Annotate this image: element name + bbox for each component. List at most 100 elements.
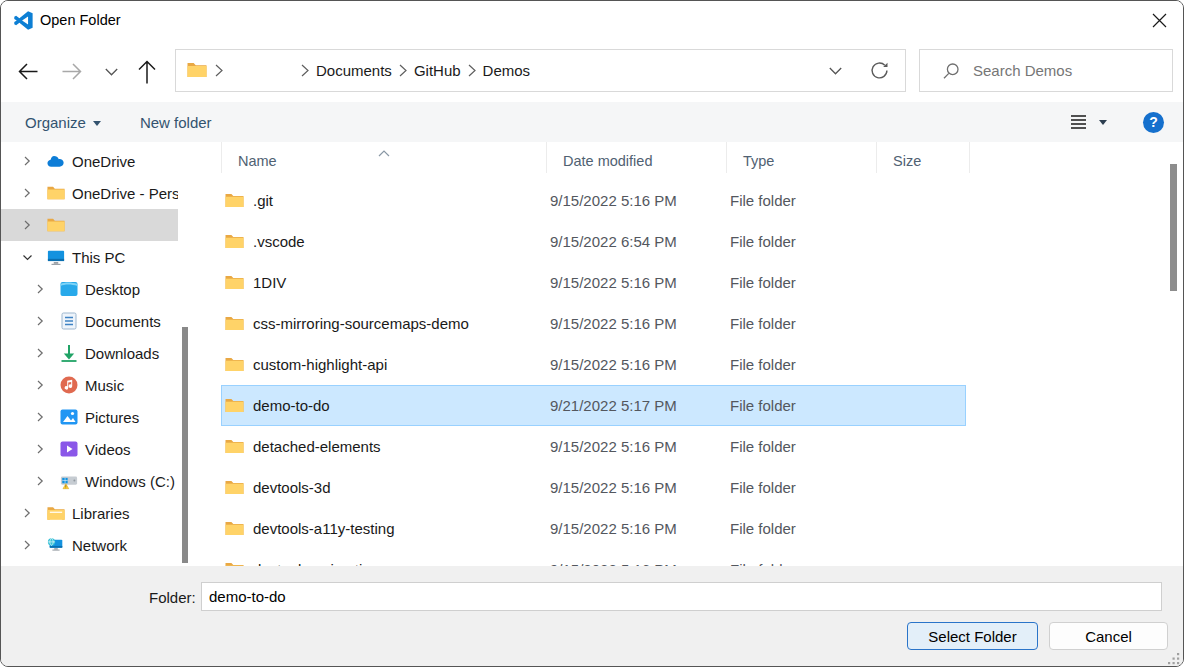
- file-row[interactable]: 1DIV9/15/2022 5:16 PMFile folder: [221, 262, 966, 303]
- folder-icon: [47, 216, 65, 234]
- chevron-right-icon[interactable]: [215, 64, 223, 77]
- chevron-right-icon: [399, 64, 407, 77]
- column-header-date-modified[interactable]: Date modified: [547, 142, 727, 173]
- folder-icon: [225, 275, 244, 291]
- resize-grip[interactable]: [1167, 651, 1180, 664]
- sidebar-item-downloads[interactable]: Downloads: [1, 337, 178, 369]
- sort-ascending-icon: [378, 144, 390, 160]
- chevron-down-icon[interactable]: [21, 251, 33, 263]
- chevron-right-icon[interactable]: [34, 315, 46, 327]
- view-mode-icon[interactable]: [1071, 115, 1086, 129]
- forward-icon[interactable]: [62, 41, 82, 102]
- sidebar-item-this-pc[interactable]: This PC: [1, 241, 178, 273]
- open-folder-dialog: Open Folder DocumentsGitHubDemos Search …: [0, 0, 1184, 667]
- title-bar: Open Folder: [1, 1, 1183, 41]
- file-row[interactable]: detached-elements9/15/2022 5:16 PMFile f…: [221, 426, 966, 467]
- select-folder-button[interactable]: Select Folder: [907, 622, 1038, 650]
- search-box[interactable]: Search Demos: [919, 49, 1173, 92]
- sidebar-item-windows-c-[interactable]: Windows (C:): [1, 465, 178, 497]
- breadcrumb-segment[interactable]: Documents: [294, 62, 392, 79]
- breadcrumb-segment[interactable]: GitHub: [392, 62, 461, 79]
- chevron-right-icon[interactable]: [34, 347, 46, 359]
- sidebar-item-desktop[interactable]: Desktop: [1, 273, 178, 305]
- folder-icon: [225, 357, 244, 373]
- search-placeholder: Search Demos: [973, 62, 1072, 79]
- cancel-button[interactable]: Cancel: [1049, 622, 1168, 650]
- new-folder-button[interactable]: New folder: [140, 114, 212, 131]
- sidebar-item-onedrive[interactable]: OneDrive: [1, 145, 178, 177]
- navigation-bar: DocumentsGitHubDemos Search Demos: [1, 41, 1183, 102]
- sidebar-item-onedrive-persc[interactable]: OneDrive - Persc: [1, 177, 178, 209]
- videos-icon: [60, 440, 78, 458]
- help-icon[interactable]: ?: [1143, 112, 1164, 133]
- folder-icon: [225, 439, 244, 455]
- refresh-icon[interactable]: [870, 61, 889, 80]
- chevron-right-icon[interactable]: [34, 475, 46, 487]
- tree-scrollbar-thumb[interactable]: [182, 327, 188, 563]
- file-row[interactable]: devtools-animations9/15/2022 5:16 PMFile…: [221, 549, 966, 566]
- footer-bar: Folder: demo-to-do Select Folder Cancel: [1, 566, 1183, 667]
- file-list: NameDate modifiedTypeSize .git9/15/2022 …: [197, 142, 1164, 566]
- sidebar-item-documents[interactable]: Documents: [1, 305, 178, 337]
- chevron-right-icon[interactable]: [34, 283, 46, 295]
- folder-icon: [225, 480, 244, 496]
- breadcrumb-segment[interactable]: Demos: [461, 62, 531, 79]
- documents-icon: [60, 312, 78, 330]
- folder-icon: [225, 193, 244, 209]
- windows-drive-icon: [60, 472, 78, 490]
- sidebar-item-folder[interactable]: [1, 209, 178, 241]
- view-mode-caret-icon[interactable]: [1099, 120, 1107, 125]
- close-icon[interactable]: [1152, 13, 1167, 28]
- chevron-right-icon[interactable]: [21, 507, 33, 519]
- column-header-type[interactable]: Type: [727, 142, 877, 173]
- pictures-icon: [60, 408, 78, 426]
- chevron-right-icon[interactable]: [21, 539, 33, 551]
- column-header-name[interactable]: Name: [222, 142, 547, 173]
- folder-icon: [47, 184, 65, 202]
- sidebar-item-videos[interactable]: Videos: [1, 433, 178, 465]
- recent-locations-chevron-icon[interactable]: [104, 41, 118, 102]
- chevron-right-icon[interactable]: [34, 443, 46, 455]
- address-bar[interactable]: DocumentsGitHubDemos: [175, 49, 906, 92]
- address-dropdown-chevron-icon[interactable]: [829, 67, 842, 75]
- vscode-icon: [14, 11, 33, 30]
- music-icon: [60, 376, 78, 394]
- sidebar-item-pictures[interactable]: Pictures: [1, 401, 178, 433]
- sidebar-item-music[interactable]: Music: [1, 369, 178, 401]
- chevron-right-icon[interactable]: [34, 411, 46, 423]
- organize-button[interactable]: Organize: [25, 114, 101, 131]
- file-row[interactable]: demo-to-do9/21/2022 5:17 PMFile folder: [221, 385, 966, 426]
- folder-icon: [225, 234, 244, 250]
- folder-icon: [225, 521, 244, 537]
- list-scrollbar-thumb[interactable]: [1170, 164, 1177, 291]
- onedrive-cloud-icon: [47, 152, 65, 170]
- folder-name-input[interactable]: demo-to-do: [201, 582, 1162, 611]
- folder-icon: [187, 62, 208, 79]
- back-icon[interactable]: [18, 41, 38, 102]
- up-icon[interactable]: [138, 41, 156, 102]
- network-icon: [47, 536, 65, 554]
- chevron-right-icon: [301, 64, 309, 77]
- downloads-icon: [60, 344, 78, 362]
- chevron-right-icon[interactable]: [21, 187, 33, 199]
- file-row[interactable]: css-mirroring-sourcemaps-demo9/15/2022 5…: [221, 303, 966, 344]
- folder-tree: OneDriveOneDrive - PerscThis PCDesktopDo…: [1, 142, 178, 566]
- chevron-right-icon[interactable]: [21, 219, 33, 231]
- chevron-right-icon[interactable]: [21, 155, 33, 167]
- file-row[interactable]: .git9/15/2022 5:16 PMFile folder: [221, 180, 966, 221]
- file-row[interactable]: devtools-3d9/15/2022 5:16 PMFile folder: [221, 467, 966, 508]
- file-row[interactable]: devtools-a11y-testing9/15/2022 5:16 PMFi…: [221, 508, 966, 549]
- sidebar-item-libraries[interactable]: Libraries: [1, 497, 178, 529]
- column-header-size[interactable]: Size: [877, 142, 970, 173]
- file-row[interactable]: .vscode9/15/2022 6:54 PMFile folder: [221, 221, 966, 262]
- search-icon: [943, 63, 959, 79]
- file-row[interactable]: custom-highlight-api9/15/2022 5:16 PMFil…: [221, 344, 966, 385]
- chevron-right-icon[interactable]: [34, 379, 46, 391]
- organize-caret-icon: [93, 121, 101, 126]
- libraries-icon: [47, 504, 65, 522]
- main-area: OneDriveOneDrive - PerscThis PCDesktopDo…: [1, 142, 1183, 566]
- sidebar-item-network[interactable]: Network: [1, 529, 178, 561]
- chevron-right-icon: [468, 64, 476, 77]
- folder-icon: [225, 316, 244, 332]
- folder-field-label: Folder:: [149, 589, 196, 606]
